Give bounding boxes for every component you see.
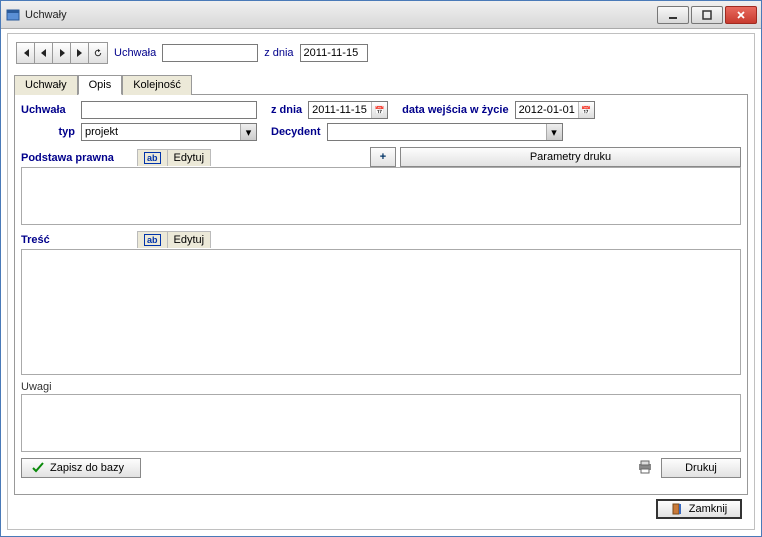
calendar-icon[interactable]: 📅 — [371, 102, 387, 118]
navigator-row: Uchwała z dnia — [14, 38, 748, 72]
tresc-header: Treść ab Edytuj — [21, 231, 741, 249]
nav-prev-button[interactable] — [35, 43, 53, 63]
tab-body: Uchwała z dnia 📅 data wejścia w życie 📅 — [14, 95, 748, 495]
tresc-toolbar: ab Edytuj — [137, 231, 211, 248]
footer-row: Zamknij — [14, 495, 748, 523]
zapisz-button[interactable]: Zapisz do bazy — [21, 458, 141, 478]
data-wejscia-label: data wejścia w życie — [402, 104, 508, 116]
typ-combo-input[interactable] — [82, 124, 240, 140]
nav-next-button[interactable] — [53, 43, 71, 63]
tresc-textarea[interactable] — [21, 249, 741, 375]
nav-zdnia-label: z dnia — [264, 47, 293, 59]
decydent-combo-input[interactable] — [328, 124, 546, 140]
edytuj-button[interactable]: Edytuj — [168, 232, 211, 248]
uchwala-label: Uchwała — [21, 104, 75, 116]
calendar-icon[interactable]: 📅 — [578, 102, 594, 118]
zamknij-button[interactable]: Zamknij — [656, 499, 742, 519]
typ-combo[interactable]: ▾ — [81, 123, 257, 141]
nav-refresh-button[interactable] — [89, 43, 107, 63]
door-icon — [671, 503, 683, 515]
podstawa-textarea[interactable] — [21, 167, 741, 225]
printer-icon — [637, 460, 653, 477]
app-icon — [5, 7, 21, 23]
rich-text-icon-button[interactable]: ab — [138, 150, 168, 166]
tab-strip: Uchwały Opis Kolejność — [14, 74, 748, 95]
nav-uchwala-input[interactable] — [162, 44, 258, 62]
uwagi-header: Uwagi — [21, 381, 741, 394]
minimize-button[interactable] — [657, 6, 689, 24]
content-area: Uchwała z dnia Uchwały Opis Kolejność Uc… — [1, 29, 761, 536]
data-wejscia-date[interactable]: 📅 — [515, 101, 595, 119]
nav-zdnia-input[interactable] — [300, 44, 368, 62]
data-wejscia-input[interactable] — [516, 104, 578, 116]
form-row-2: typ ▾ Decydent ▾ — [21, 123, 741, 141]
drukuj-button[interactable]: Drukuj — [661, 458, 741, 478]
zdnia-date-input[interactable] — [309, 104, 371, 116]
uchwala-input[interactable] — [81, 101, 257, 119]
tab-kolejnosc[interactable]: Kolejność — [122, 75, 192, 95]
record-navigator — [16, 42, 108, 64]
podstawa-toolbar: ab Edytuj — [137, 149, 211, 166]
maximize-button[interactable] — [691, 6, 723, 24]
dropdown-icon[interactable]: ▾ — [546, 124, 562, 140]
check-icon — [32, 462, 44, 474]
dropdown-icon[interactable]: ▾ — [240, 124, 256, 140]
decydent-combo[interactable]: ▾ — [327, 123, 563, 141]
bottom-button-row: Zapisz do bazy Drukuj — [21, 458, 741, 478]
podstawa-label: Podstawa prawna — [21, 152, 131, 164]
edytuj-button[interactable]: Edytuj — [168, 150, 211, 166]
zdnia-date[interactable]: 📅 — [308, 101, 388, 119]
form-row-1: Uchwała z dnia 📅 data wejścia w życie 📅 — [21, 101, 741, 119]
tresc-label: Treść — [21, 234, 131, 246]
close-button[interactable] — [725, 6, 757, 24]
nav-uchwala-label: Uchwała — [114, 47, 156, 59]
uwagi-textarea[interactable] — [21, 394, 741, 452]
zdnia-label: z dnia — [271, 104, 302, 116]
main-window: Uchwały Uchwała z dnia — [0, 0, 762, 537]
outer-frame: Uchwała z dnia Uchwały Opis Kolejność Uc… — [7, 33, 755, 530]
rich-text-icon-button[interactable]: ab — [138, 232, 168, 248]
zapisz-label: Zapisz do bazy — [50, 462, 124, 474]
window-buttons — [657, 6, 757, 24]
window-title: Uchwały — [25, 9, 657, 21]
tab-uchwaly[interactable]: Uchwały — [14, 75, 78, 95]
typ-label: typ — [21, 126, 75, 138]
nav-last-button[interactable] — [71, 43, 89, 63]
tab-opis[interactable]: Opis — [78, 75, 123, 95]
titlebar: Uchwały — [1, 1, 761, 29]
decydent-label: Decydent — [271, 126, 321, 138]
podstawa-header: Podstawa prawna ab Edytuj — [21, 149, 741, 167]
zamknij-label: Zamknij — [689, 503, 728, 515]
nav-first-button[interactable] — [17, 43, 35, 63]
uwagi-label: Uwagi — [21, 381, 52, 393]
